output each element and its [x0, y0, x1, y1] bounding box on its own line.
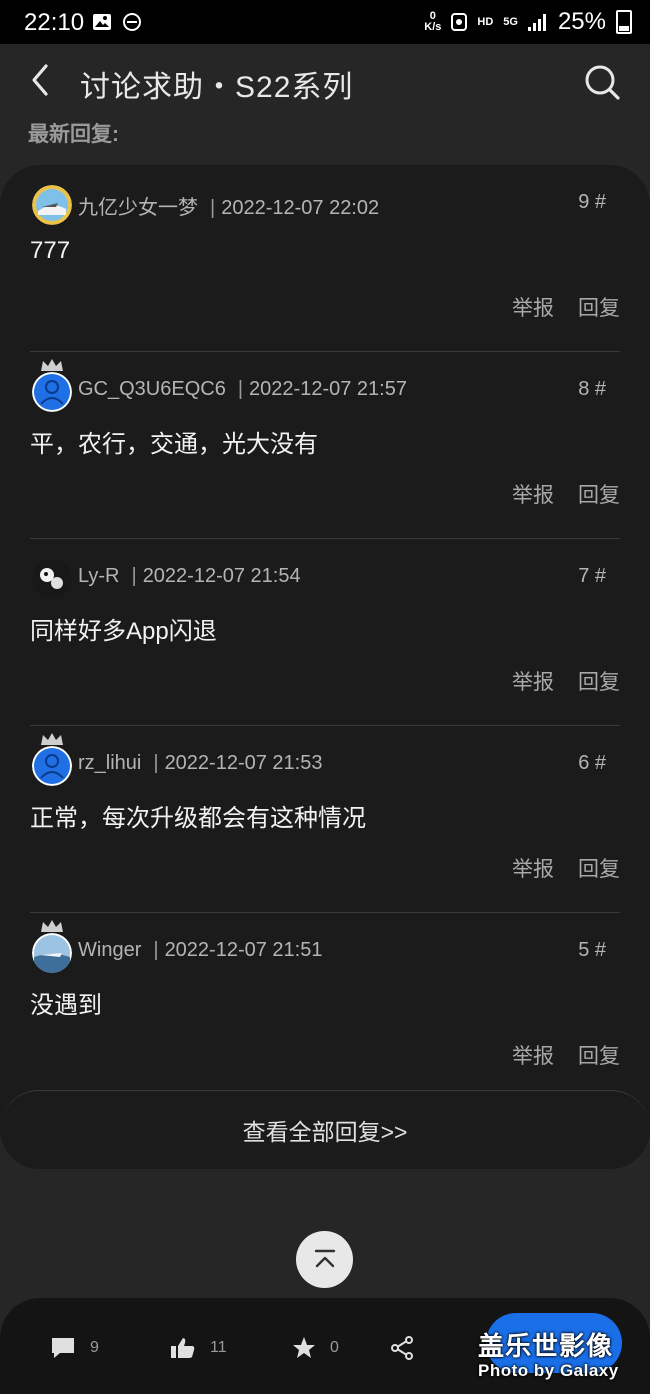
comment-icon — [52, 1338, 74, 1358]
reply-button[interactable]: 回复 — [578, 479, 620, 509]
reply-item: Ly-R | 2022-12-07 21:54 7 # 同样好多App闪退 举报 回… — [30, 539, 620, 726]
reply-meta: 九亿少女一梦 | 2022-12-07 22:02 — [78, 197, 380, 219]
avatar-image — [32, 933, 72, 973]
hd-indicator: HD — [477, 15, 494, 28]
watermark-title: 盖乐世影像 — [478, 1331, 614, 1361]
reply-time: 2022-12-07 21:53 — [164, 752, 323, 774]
avatar[interactable] — [30, 920, 74, 975]
reply-item: 九亿少女一梦 | 2022-12-07 22:02 9 # 777 举报 回复 — [30, 165, 620, 352]
reply-text: 正常，每次升级都会有这种情况 — [30, 805, 366, 832]
star-icon — [293, 1337, 315, 1358]
avatar-image — [32, 559, 72, 599]
battery-icon — [616, 10, 632, 34]
comment-button[interactable]: 9 — [50, 1336, 99, 1360]
gallery-icon — [93, 14, 111, 30]
username[interactable]: Winger — [78, 939, 141, 961]
section-label: 最新回复: — [28, 123, 119, 146]
reply-time: 2022-12-07 21:51 — [164, 939, 323, 961]
like-count: 11 — [210, 1339, 227, 1356]
app-notification-icon — [451, 13, 468, 31]
net-speed: 0 K/s — [424, 10, 442, 33]
comment-count: 9 — [90, 1339, 99, 1356]
reply-text: 平，农行，交通，光大没有 — [30, 431, 318, 458]
reply-text: 777 — [30, 237, 71, 264]
report-button[interactable]: 举报 — [512, 479, 554, 509]
report-button[interactable]: 举报 — [512, 853, 554, 883]
view-all-replies-button[interactable]: 查看全部回复>> — [0, 1090, 650, 1168]
search-icon[interactable] — [582, 62, 622, 102]
reply-time: 2022-12-07 22:02 — [221, 197, 380, 219]
reply-time: 2022-12-07 21:57 — [249, 378, 407, 400]
reply-meta: GC_Q3U6EQC6 | 2022-12-07 21:57 — [78, 378, 407, 400]
reply-item: rz_lihui | 2022-12-07 21:53 6 # 正常，每次升级都会有… — [30, 726, 620, 913]
reply-button[interactable]: 回复 — [578, 292, 620, 322]
reply-meta: rz_lihui | 2022-12-07 21:53 — [78, 752, 323, 774]
avatar-image — [32, 746, 72, 786]
status-bar: 22:10 0 K/s HD 5G 25% — [0, 0, 650, 44]
reply-meta: Ly-R | 2022-12-07 21:54 — [78, 565, 301, 587]
signal-icon — [527, 14, 546, 31]
username[interactable]: 九亿少女一梦 — [78, 197, 198, 219]
reply-text: 没遇到 — [30, 992, 102, 1019]
thumbs-up-icon — [171, 1338, 195, 1358]
crown-icon — [41, 733, 63, 745]
reply-button[interactable]: 回复 — [578, 666, 620, 696]
page-title: 讨论求助・S22系列 — [80, 71, 354, 104]
avatar[interactable] — [30, 733, 74, 788]
floor-number: 7 # — [578, 565, 606, 587]
floor-number: 8 # — [578, 378, 606, 400]
share-button[interactable] — [390, 1336, 414, 1360]
report-button[interactable]: 举报 — [512, 1040, 554, 1070]
replies-card: 九亿少女一梦 | 2022-12-07 22:02 9 # 777 举报 回复 GC… — [0, 165, 650, 1169]
report-button[interactable]: 举报 — [512, 666, 554, 696]
avatar-image — [32, 185, 72, 225]
reply-button[interactable]: 回复 — [578, 1040, 620, 1070]
username[interactable]: rz_lihui — [78, 752, 141, 774]
share-icon — [391, 1336, 413, 1360]
avatar-image — [32, 372, 72, 412]
report-button[interactable]: 举报 — [512, 292, 554, 322]
status-time: 22:10 — [24, 9, 85, 36]
back-icon[interactable] — [26, 62, 56, 98]
reply-button[interactable]: 回复 — [578, 853, 620, 883]
username[interactable]: GC_Q3U6EQC6 — [78, 378, 226, 400]
network-indicator: 5G — [503, 15, 518, 28]
floor-number: 6 # — [578, 752, 606, 774]
scroll-to-top-button[interactable] — [296, 1231, 353, 1288]
watermark: 盖乐世影像 Photo by Galaxy — [478, 1326, 648, 1381]
arrow-up-icon — [314, 1249, 335, 1267]
do-not-disturb-icon — [123, 13, 141, 31]
reply-item: Winger | 2022-12-07 21:51 5 # 没遇到 举报 回复 — [30, 913, 620, 1099]
avatar[interactable] — [30, 557, 74, 601]
floor-number: 5 # — [578, 939, 606, 961]
avatar[interactable] — [30, 359, 74, 414]
reply-time: 2022-12-07 21:54 — [142, 565, 301, 587]
page-header: 讨论求助・S22系列 — [0, 44, 650, 120]
watermark-subtitle: Photo by Galaxy — [478, 1361, 619, 1380]
crown-icon — [41, 359, 63, 371]
battery-percent: 25% — [557, 8, 606, 35]
reply-text: 同样好多App闪退 — [30, 618, 217, 645]
crown-icon — [41, 920, 63, 932]
favorite-button[interactable]: 0 — [292, 1336, 339, 1360]
favorite-count: 0 — [330, 1339, 339, 1356]
username[interactable]: Ly-R — [78, 565, 119, 587]
like-button[interactable]: 11 — [170, 1336, 227, 1360]
avatar[interactable] — [30, 183, 74, 227]
reply-item: GC_Q3U6EQC6 | 2022-12-07 21:57 8 # 平，农行，交通… — [30, 352, 620, 539]
floor-number: 9 # — [578, 191, 606, 213]
reply-meta: Winger | 2022-12-07 21:51 — [78, 939, 323, 961]
